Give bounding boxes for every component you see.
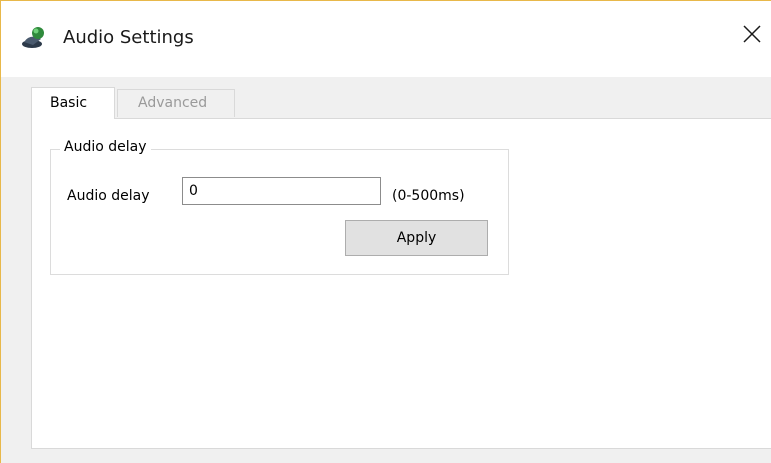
window-title: Audio Settings xyxy=(63,27,194,48)
basic-tab-panel: Audio delay Audio delay (0-500ms) Apply xyxy=(31,118,771,449)
audio-delay-input[interactable] xyxy=(182,177,381,205)
tab-basic[interactable]: Basic xyxy=(31,87,115,119)
audio-settings-window: Audio Settings Basic Advanced Audio dela… xyxy=(0,0,771,463)
apply-button[interactable]: Apply xyxy=(345,220,488,256)
close-icon xyxy=(743,25,761,43)
audio-delay-groupbox xyxy=(50,149,509,275)
audio-delay-group-legend: Audio delay xyxy=(60,139,151,155)
close-button[interactable] xyxy=(731,15,771,55)
tab-advanced[interactable]: Advanced xyxy=(117,89,235,117)
audio-delay-range-hint: (0-500ms) xyxy=(392,188,465,204)
audio-delay-label: Audio delay xyxy=(67,188,150,204)
satellite-dish-icon xyxy=(21,25,47,49)
title-bar: Audio Settings xyxy=(1,1,771,77)
